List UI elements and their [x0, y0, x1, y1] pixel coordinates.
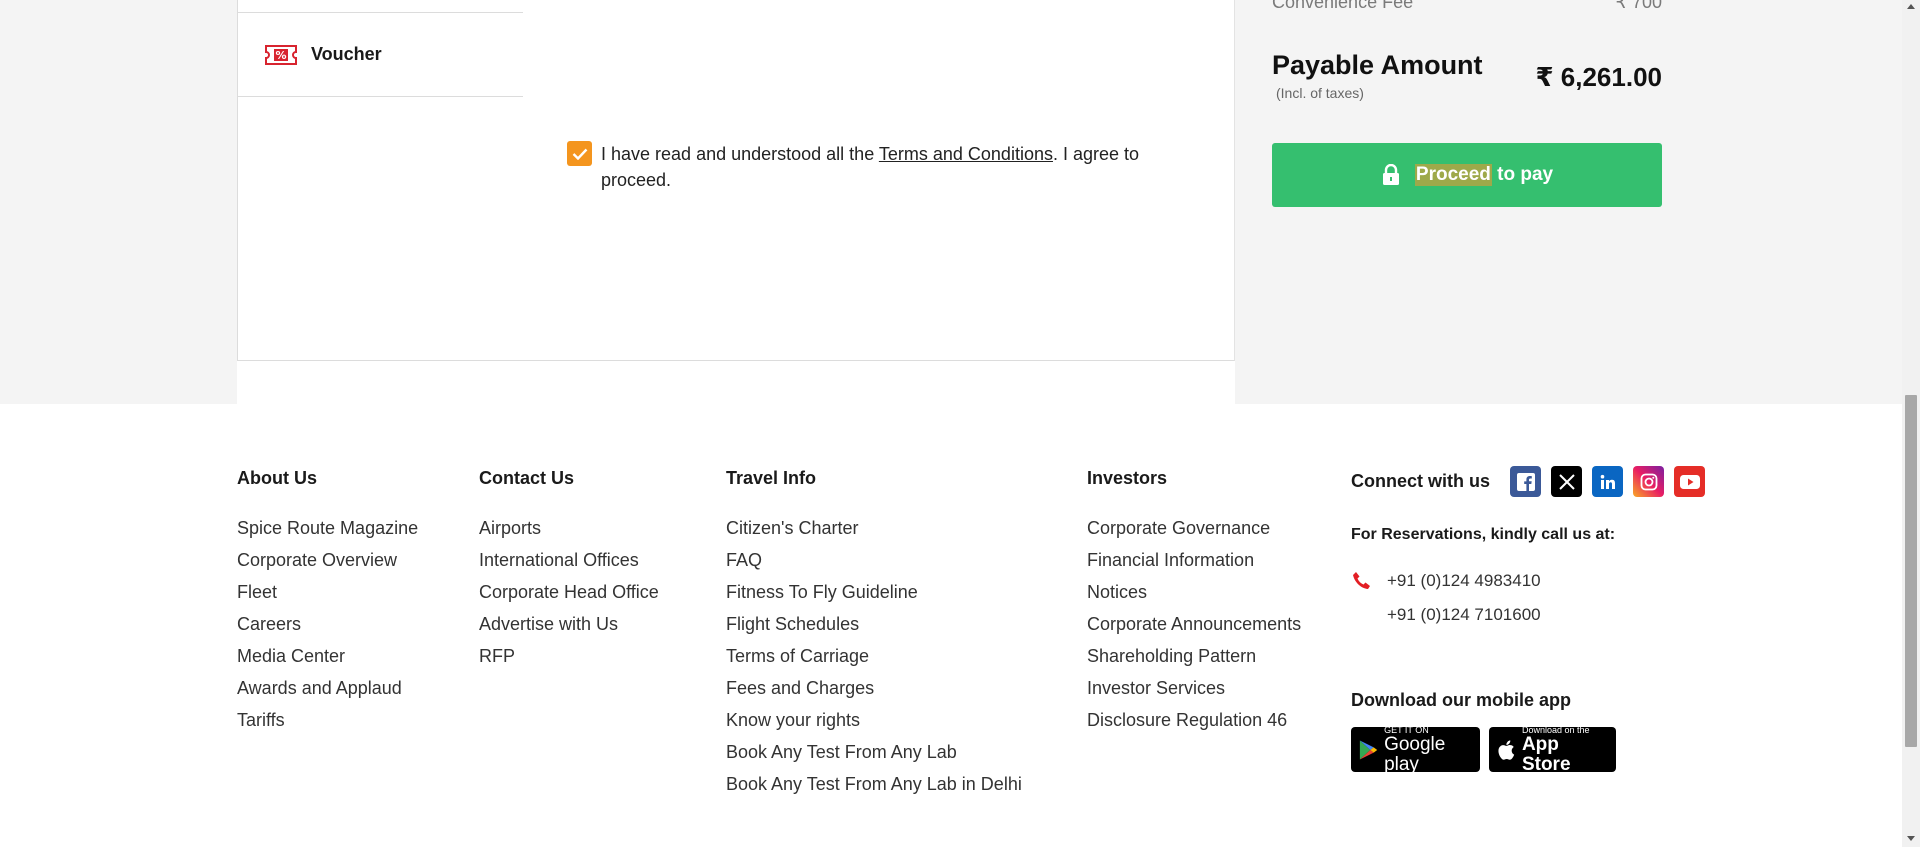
footer-link-contact[interactable]: Advertise with Us: [479, 612, 659, 644]
terms-and-conditions-link[interactable]: Terms and Conditions: [879, 144, 1053, 164]
footer-link-travel[interactable]: Flight Schedules: [726, 612, 1022, 644]
scroll-thumb[interactable]: [1905, 395, 1917, 747]
footer-links-contact: Airports International Offices Corporate H…: [479, 516, 659, 676]
voucher-label: Voucher: [311, 44, 382, 64]
footer-link-investors[interactable]: Corporate Announcements: [1087, 612, 1301, 644]
scroll-down-arrow[interactable]: [1907, 836, 1915, 841]
footer-heading-about: About Us: [237, 468, 317, 488]
footer-links-about: Spice Route Magazine Corporate Overview Fl…: [237, 516, 418, 740]
voucher-icon: %: [265, 44, 297, 65]
footer-link-contact[interactable]: RFP: [479, 644, 659, 676]
footer-link-about[interactable]: Tariffs: [237, 708, 418, 740]
footer-link-travel[interactable]: Terms of Carriage: [726, 644, 1022, 676]
phone-number-2[interactable]: +91 (0)124 7101600: [1387, 605, 1541, 625]
footer-link-about[interactable]: Awards and Applaud: [237, 676, 418, 708]
footer-link-investors[interactable]: Notices: [1087, 580, 1301, 612]
footer-heading-contact: Contact Us: [479, 468, 575, 488]
footer-link-travel[interactable]: Fitness To Fly Guideline: [726, 580, 1022, 612]
footer-link-travel[interactable]: FAQ: [726, 548, 1022, 580]
payment-methods-panel: % Voucher: [237, 0, 524, 361]
footer-link-about[interactable]: Careers: [237, 612, 418, 644]
footer-link-investors[interactable]: Shareholding Pattern: [1087, 644, 1301, 676]
facebook-icon[interactable]: [1510, 466, 1541, 497]
footer-link-contact[interactable]: Corporate Head Office: [479, 580, 659, 612]
page-scrollbar[interactable]: [1902, 0, 1920, 847]
footer-link-investors[interactable]: Disclosure Regulation 46: [1087, 708, 1301, 740]
footer-heading-connect: Connect with us: [1351, 471, 1490, 491]
reservations-title: For Reservations, kindly call us at:: [1351, 526, 1616, 543]
footer-link-travel[interactable]: Book Any Test From Any Lab: [726, 740, 1022, 772]
footer-link-investors[interactable]: Investor Services: [1087, 676, 1301, 708]
linkedin-icon[interactable]: [1592, 466, 1623, 497]
footer-link-travel[interactable]: Know your rights: [726, 708, 1022, 740]
footer-heading-investors: Investors: [1087, 468, 1168, 488]
footer-links-travel: Citizen's Charter FAQ Fitness To Fly Guide…: [726, 516, 1022, 804]
svg-text:%: %: [275, 49, 286, 62]
convenience-fee-row: Convenience Fee ₹ 700: [1272, 0, 1662, 13]
payable-amount-subtitle: (Incl. of taxes): [1276, 85, 1364, 101]
footer-link-travel[interactable]: Book Any Test From Any Lab in Delhi: [726, 772, 1022, 804]
youtube-icon[interactable]: [1674, 466, 1705, 497]
check-icon: [572, 148, 587, 160]
footer-link-contact[interactable]: International Offices: [479, 548, 659, 580]
app-store-badge[interactable]: Download on the App Store: [1489, 725, 1616, 774]
footer-link-investors[interactable]: Financial Information: [1087, 548, 1301, 580]
footer-link-travel[interactable]: Citizen's Charter: [726, 516, 1022, 548]
convenience-fee-value: ₹ 700: [1615, 0, 1663, 12]
footer-link-investors[interactable]: Corporate Governance: [1087, 516, 1301, 548]
footer-link-about[interactable]: Spice Route Magazine: [237, 516, 418, 548]
footer-about-us: About Us Spice Route Magazine Corporate O…: [237, 468, 418, 740]
payment-method-previous[interactable]: [238, 0, 523, 13]
instagram-icon[interactable]: [1633, 466, 1664, 497]
terms-text: I have read and understood all the Terms…: [601, 144, 1140, 190]
footer-link-about[interactable]: Media Center: [237, 644, 418, 676]
terms-agreement: I have read and understood all the Terms…: [567, 141, 1207, 193]
payable-amount-row: Payable Amount (Incl. of taxes) ₹ 6,261.…: [1272, 50, 1662, 101]
phone-number-1[interactable]: +91 (0)124 4983410: [1351, 570, 1541, 592]
x-icon[interactable]: [1551, 466, 1582, 497]
footer-connect: Connect with us: [1351, 466, 1715, 497]
footer-link-contact[interactable]: Airports: [479, 516, 659, 548]
scroll-up-arrow[interactable]: [1907, 4, 1915, 9]
apple-icon: [1498, 739, 1515, 760]
footer-links-investors: Corporate Governance Financial Informatio…: [1087, 516, 1301, 740]
footer-heading-travel: Travel Info: [726, 468, 817, 488]
download-app-title: Download our mobile app: [1351, 690, 1571, 710]
phone-icon: [1353, 572, 1370, 589]
google-play-icon: [1359, 739, 1378, 760]
footer-investors: Investors Corporate Governance Financial …: [1087, 468, 1301, 740]
footer-link-travel[interactable]: Fees and Charges: [726, 676, 1022, 708]
payment-method-voucher[interactable]: % Voucher: [238, 13, 523, 97]
footer-link-about[interactable]: Fleet: [237, 580, 418, 612]
payable-amount-value: ₹ 6,261.00: [1535, 62, 1662, 92]
footer-link-about[interactable]: Corporate Overview: [237, 548, 418, 580]
terms-checkbox[interactable]: [567, 141, 592, 166]
panel-bottom-strip: [237, 361, 1235, 404]
google-play-badge[interactable]: GET IT ON Google play: [1351, 725, 1480, 774]
footer-travel-info: Travel Info Citizen's Charter FAQ Fitness …: [726, 468, 1022, 804]
convenience-fee-label: Convenience Fee: [1272, 0, 1414, 12]
proceed-label-rest: to pay: [1491, 164, 1554, 185]
payable-amount-title: Payable Amount: [1272, 50, 1483, 80]
proceed-to-pay-button[interactable]: Proceed to pay: [1272, 143, 1662, 207]
footer-contact-us: Contact Us Airports International Offices…: [479, 468, 659, 676]
proceed-label-highlight: Proceed: [1414, 164, 1492, 186]
lock-icon: [1382, 164, 1399, 185]
